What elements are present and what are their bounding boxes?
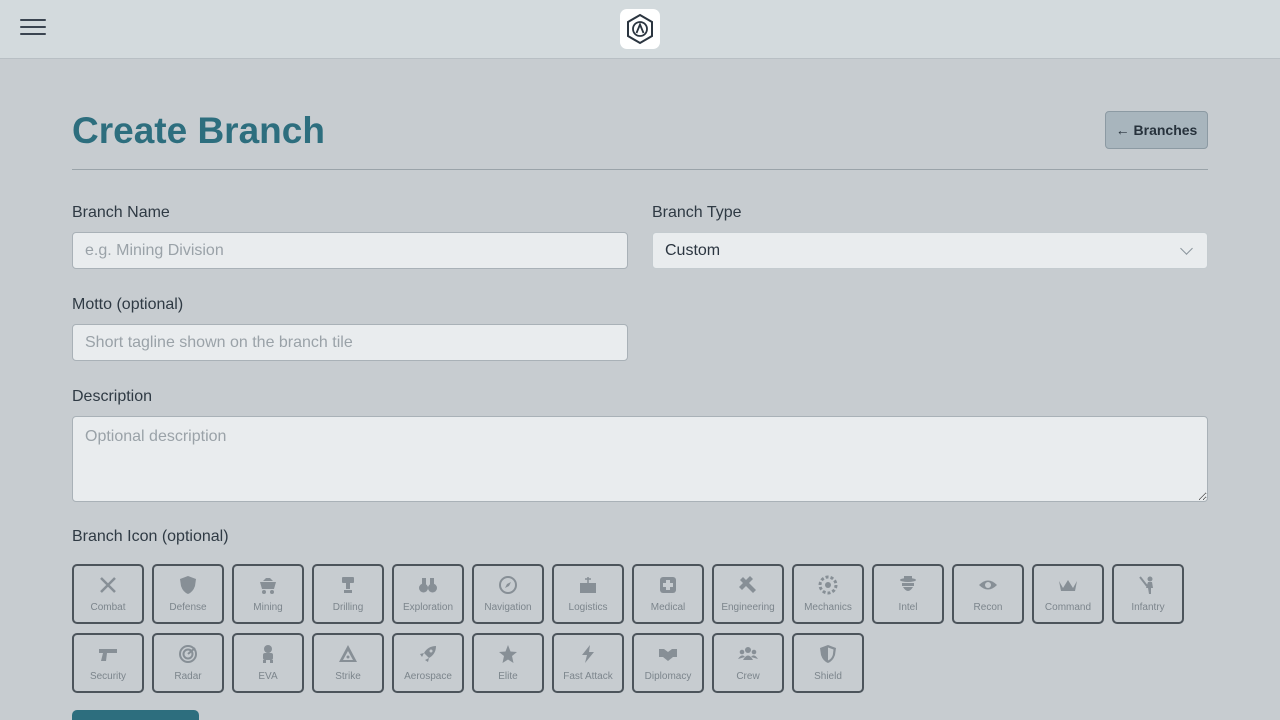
motto-input[interactable] <box>72 324 628 361</box>
icon-option-label: Combat <box>90 602 126 613</box>
icon-option-aerospace[interactable]: Aerospace <box>392 633 464 693</box>
drill-icon <box>337 574 359 596</box>
divider <box>72 169 1208 170</box>
icon-option-shield[interactable]: Shield <box>792 633 864 693</box>
group-icon <box>737 643 759 665</box>
cargo-crate-icon <box>577 574 599 596</box>
icon-option-label: Logistics <box>568 602 608 613</box>
hamburger-icon[interactable] <box>20 19 46 39</box>
pistol-icon <box>97 643 119 665</box>
crossed-swords-icon <box>97 574 119 596</box>
icon-option-label: Strike <box>335 671 361 682</box>
icon-option-label: Crew <box>736 671 760 682</box>
icon-option-logistics[interactable]: Logistics <box>552 564 624 624</box>
compass-icon <box>497 574 519 596</box>
icon-option-label: Medical <box>650 602 686 613</box>
branch-name-input[interactable] <box>72 232 628 269</box>
icon-option-intel[interactable]: Intel <box>872 564 944 624</box>
description-textarea[interactable] <box>72 416 1208 502</box>
icon-option-label: Navigation <box>484 602 532 613</box>
icon-option-label: Security <box>89 671 127 682</box>
icon-option-infantry[interactable]: Infantry <box>1112 564 1184 624</box>
icon-option-medical[interactable]: Medical <box>632 564 704 624</box>
icon-option-label: Radar <box>174 671 202 682</box>
icon-option-label: Elite <box>498 671 518 682</box>
wrench-icon <box>737 574 759 596</box>
icon-option-combat[interactable]: Combat <box>72 564 144 624</box>
shield-icon <box>177 574 199 596</box>
icon-option-exploration[interactable]: Exploration <box>392 564 464 624</box>
icon-option-radar[interactable]: Radar <box>152 633 224 693</box>
icon-option-crew[interactable]: Crew <box>712 633 784 693</box>
icon-option-fast-attack[interactable]: Fast Attack <box>552 633 624 693</box>
icon-option-label: Exploration <box>402 602 454 613</box>
icon-option-engineering[interactable]: Engineering <box>712 564 784 624</box>
icon-option-label: Engineering <box>721 602 775 613</box>
icon-option-label: Intel <box>898 602 918 613</box>
icon-option-security[interactable]: Security <box>72 633 144 693</box>
half-shield-icon <box>817 643 839 665</box>
icon-option-mechanics[interactable]: Mechanics <box>792 564 864 624</box>
branch-type-label: Branch Type <box>652 204 742 221</box>
icon-option-label: Drilling <box>332 602 364 613</box>
icon-option-mining[interactable]: Mining <box>232 564 304 624</box>
icon-option-label: Aerospace <box>404 671 452 682</box>
spy-icon <box>897 574 919 596</box>
icon-option-defense[interactable]: Defense <box>152 564 224 624</box>
branch-name-label: Branch Name <box>72 204 170 221</box>
back-to-branches-button[interactable]: ← Branches <box>1105 111 1208 149</box>
page-title: Create Branch <box>72 110 325 151</box>
hexagon-logo-icon[interactable] <box>620 9 660 49</box>
astronaut-icon <box>257 643 279 665</box>
top-bar <box>0 0 1280 59</box>
icon-option-label: Command <box>1044 602 1092 613</box>
soldier-icon <box>1137 574 1159 596</box>
gear-icon <box>817 574 839 596</box>
icon-option-command[interactable]: Command <box>1032 564 1104 624</box>
icon-option-label: Shield <box>814 671 842 682</box>
motto-label: Motto (optional) <box>72 296 184 313</box>
icon-option-navigation[interactable]: Navigation <box>472 564 544 624</box>
icon-option-label: Defense <box>169 602 207 613</box>
medical-cross-icon <box>657 574 679 596</box>
rocket-icon <box>417 643 439 665</box>
chevron-down-icon <box>1180 241 1193 255</box>
mine-cart-icon <box>257 574 279 596</box>
icon-option-label: Recon <box>973 602 1003 613</box>
description-label: Description <box>72 388 153 405</box>
icon-option-strike[interactable]: Strike <box>312 633 384 693</box>
binoculars-icon <box>417 574 439 596</box>
lightning-icon <box>577 643 599 665</box>
icon-option-label: Mechanics <box>804 602 852 613</box>
icon-option-label: Fast Attack <box>563 671 613 682</box>
icon-option-drilling[interactable]: Drilling <box>312 564 384 624</box>
branch-icon-label: Branch Icon (optional) <box>72 528 229 545</box>
branch-type-value: Custom <box>665 241 721 259</box>
handshake-icon <box>657 643 679 665</box>
icon-option-diplomacy[interactable]: Diplomacy <box>632 633 704 693</box>
icon-option-eva[interactable]: EVA <box>232 633 304 693</box>
icon-option-elite[interactable]: Elite <box>472 633 544 693</box>
eye-icon <box>977 574 999 596</box>
icon-option-recon[interactable]: Recon <box>952 564 1024 624</box>
icon-option-label: EVA <box>258 671 278 682</box>
crown-icon <box>1057 574 1079 596</box>
star-icon <box>497 643 519 665</box>
target-triangle-icon <box>337 643 359 665</box>
icon-option-label: Mining <box>253 602 283 613</box>
branch-type-select[interactable]: Custom <box>652 232 1208 269</box>
icon-option-label: Infantry <box>1131 602 1165 613</box>
icon-option-label: Diplomacy <box>644 671 692 682</box>
radar-icon <box>177 643 199 665</box>
create-branch-button[interactable] <box>72 710 199 720</box>
